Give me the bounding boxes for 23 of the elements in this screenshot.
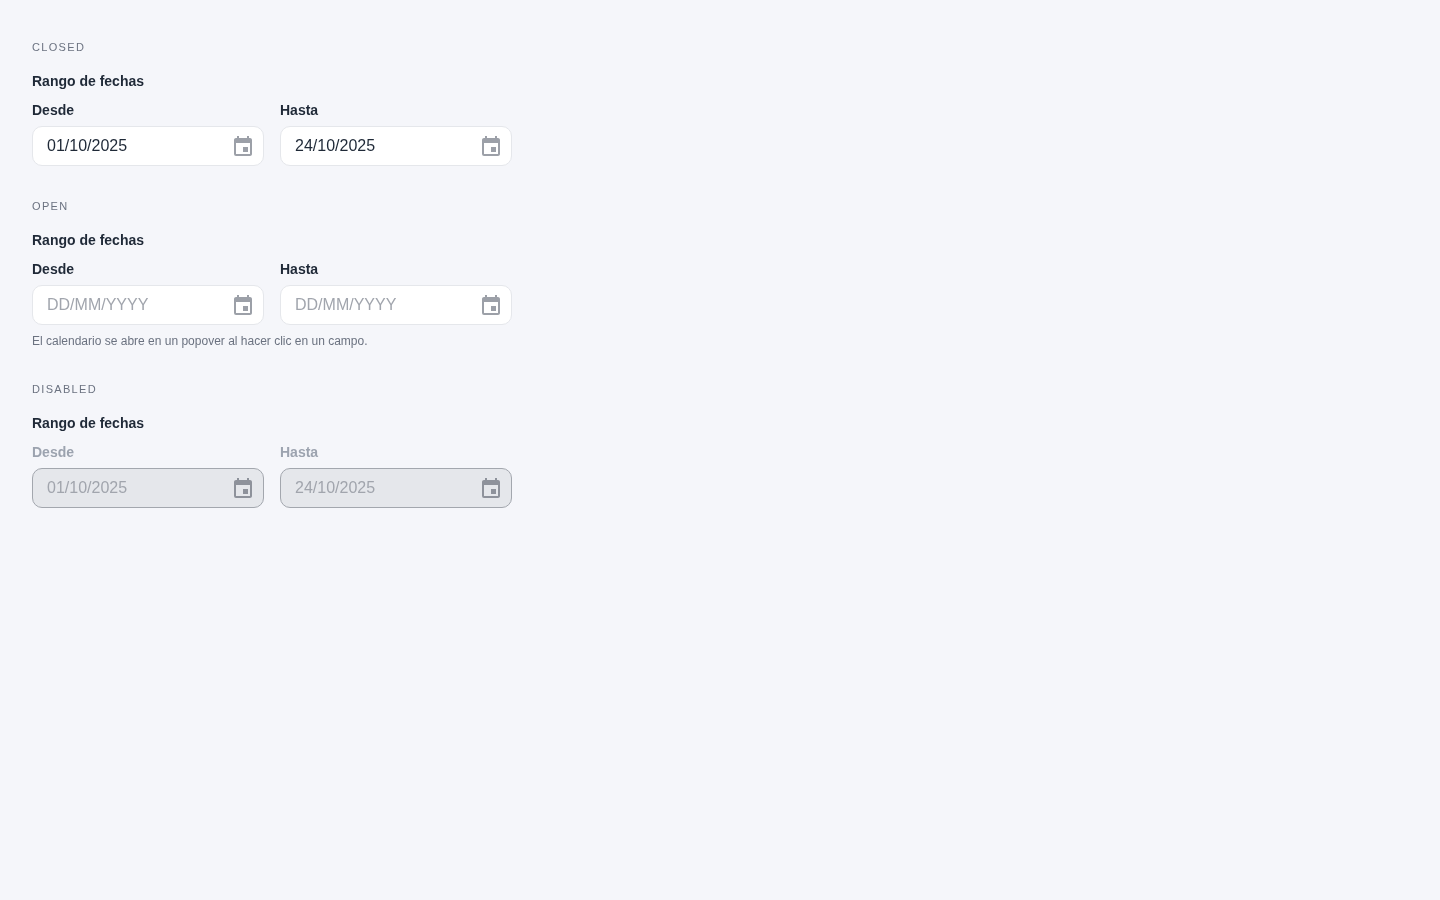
calendar-icon: [482, 295, 500, 315]
date-field[interactable]: 01/10/2025: [32, 126, 264, 166]
calendar-icon: [234, 136, 252, 156]
date-field[interactable]: DD/MM/YYYY: [280, 285, 512, 325]
field-label: Desde: [32, 443, 75, 462]
group-label: Rango de fechas: [32, 72, 145, 91]
group-label: Rango de fechas: [32, 231, 145, 250]
calendar-icon: [234, 295, 252, 315]
field-label: Hasta: [280, 260, 319, 279]
date-field[interactable]: 24/10/2025: [280, 126, 512, 166]
calendar-icon: [482, 478, 500, 498]
field-label: Hasta: [280, 443, 319, 462]
date-field[interactable]: DD/MM/YYYY: [32, 285, 264, 325]
group-label: Rango de fechas: [32, 414, 145, 433]
section-heading: DISABLED: [32, 382, 97, 397]
calendar-icon: [234, 478, 252, 498]
calendar-icon: [482, 136, 500, 156]
section-heading: OPEN: [32, 199, 69, 214]
field-label: Desde: [32, 101, 75, 120]
section-heading: CLOSED: [32, 40, 86, 55]
helper-text: El calendario se abre en un popover al hacer clic en un campo.: [32, 333, 368, 349]
field-label: Hasta: [280, 101, 319, 120]
field-label: Desde: [32, 260, 75, 279]
